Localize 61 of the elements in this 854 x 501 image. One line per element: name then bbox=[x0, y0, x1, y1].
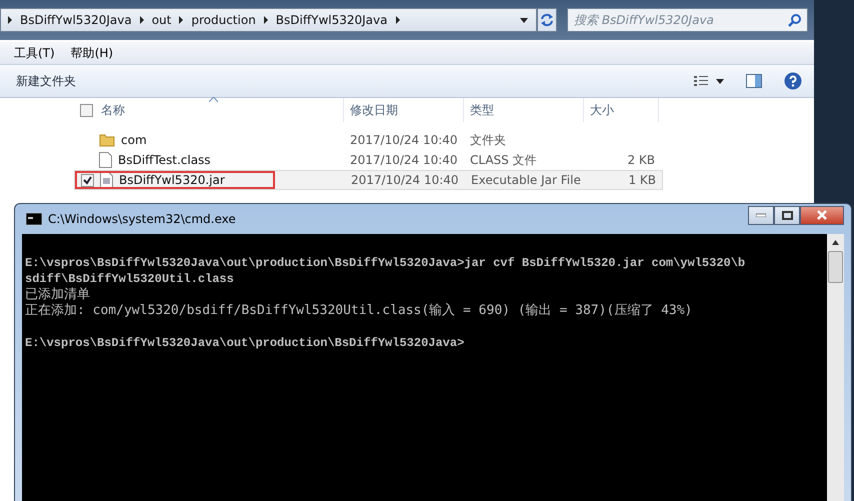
breadcrumb-item[interactable]: BsDiffYwl5320Java bbox=[20, 13, 132, 27]
checkbox[interactable] bbox=[80, 104, 93, 116]
file-icon bbox=[99, 152, 112, 168]
console-line: E:\vspros\BsDiffYwl5320Java\out\production\BsDiffYwl5320Java>jar cvf BsDiffYwl5320.jar com\ywl5320\b bbox=[25, 256, 746, 270]
folder-icon bbox=[99, 133, 115, 147]
column-header[interactable]: 修改日期 bbox=[350, 102, 398, 118]
refresh-icon bbox=[539, 13, 555, 27]
close-button[interactable] bbox=[800, 206, 844, 224]
console-icon bbox=[26, 213, 42, 225]
checkbox[interactable] bbox=[81, 174, 94, 186]
view-icon[interactable] bbox=[694, 75, 708, 87]
minimize-button[interactable] bbox=[748, 206, 774, 224]
search-icon bbox=[788, 14, 801, 27]
file-type: Executable Jar File bbox=[471, 173, 581, 187]
file-name: com bbox=[121, 133, 147, 147]
breadcrumb-item[interactable]: out bbox=[152, 13, 172, 27]
dropdown-icon[interactable] bbox=[520, 18, 528, 22]
file-row[interactable]: BsDiffYwl5320.jar 2017/10/24 10:40 Executable Jar File 1 KB bbox=[74, 170, 663, 190]
menu-item[interactable]: 工具(T) bbox=[14, 44, 55, 62]
console-line: 已添加清单 bbox=[25, 287, 90, 302]
file-row[interactable]: com 2017/10/24 10:40 文件夹 bbox=[74, 130, 814, 150]
file-type: CLASS 文件 bbox=[470, 152, 537, 168]
maximize-button[interactable] bbox=[774, 206, 800, 224]
new-folder-button[interactable]: 新建文件夹 bbox=[8, 70, 84, 92]
close-icon bbox=[816, 210, 828, 220]
maximize-icon bbox=[782, 210, 792, 220]
file-size: 1 KB bbox=[628, 173, 656, 187]
file-name: BsDiffYwl5320.jar bbox=[119, 173, 225, 187]
file-type: 文件夹 bbox=[470, 132, 506, 148]
modified-date: 2017/10/24 10:40 bbox=[350, 153, 458, 167]
chevron-icon bbox=[178, 16, 184, 24]
column-header[interactable]: 名称 bbox=[101, 102, 125, 118]
address-bar[interactable]: BsDiffYwl5320Java out production BsDiffYwl5320Java bbox=[0, 8, 537, 32]
breadcrumb-item[interactable]: production bbox=[191, 13, 256, 27]
breadcrumb-item[interactable]: BsDiffYwl5320Java bbox=[276, 13, 388, 27]
file-name: BsDiffTest.class bbox=[118, 153, 211, 167]
console-line: 正在添加: com/ywl5320/bsdiff/BsDiffYwl5320Util.class(输入 = 690) (输出 = 387)(压缩了 43%) bbox=[25, 303, 692, 318]
menu-item[interactable]: 帮助(H) bbox=[70, 44, 114, 62]
modified-date: 2017/10/24 10:40 bbox=[351, 173, 459, 187]
scroll-thumb[interactable] bbox=[828, 251, 843, 283]
window-title: C:\Windows\system32\cmd.exe bbox=[48, 212, 236, 226]
scroll-up-icon[interactable] bbox=[832, 240, 839, 245]
dropdown-icon[interactable] bbox=[716, 78, 724, 84]
chevron-icon bbox=[262, 16, 269, 24]
chevron-icon bbox=[138, 16, 145, 24]
minimize-icon bbox=[756, 213, 766, 217]
help-icon[interactable] bbox=[784, 72, 802, 90]
chevron-icon bbox=[7, 16, 13, 24]
console-line: sdiff\BsDiffYwl5320Util.class bbox=[25, 272, 234, 286]
scrollbar[interactable] bbox=[827, 234, 844, 501]
preview-pane-icon[interactable] bbox=[746, 74, 762, 88]
file-row[interactable]: BsDiffTest.class 2017/10/24 10:40 CLASS 文件 2 KB bbox=[74, 150, 814, 170]
refresh-button[interactable] bbox=[537, 8, 557, 32]
file-size: 2 KB bbox=[627, 153, 655, 167]
search-field[interactable]: 搜索 BsDiffYwl5320Java bbox=[567, 8, 808, 32]
chevron-icon bbox=[394, 16, 400, 24]
column-header[interactable]: 类型 bbox=[470, 102, 494, 118]
modified-date: 2017/10/24 10:40 bbox=[350, 133, 458, 147]
file-icon bbox=[100, 172, 113, 188]
console-line: E:\vspros\BsDiffYwl5320Java\out\production\BsDiffYwl5320Java> bbox=[25, 336, 464, 350]
column-header[interactable]: 大小 bbox=[590, 102, 614, 118]
